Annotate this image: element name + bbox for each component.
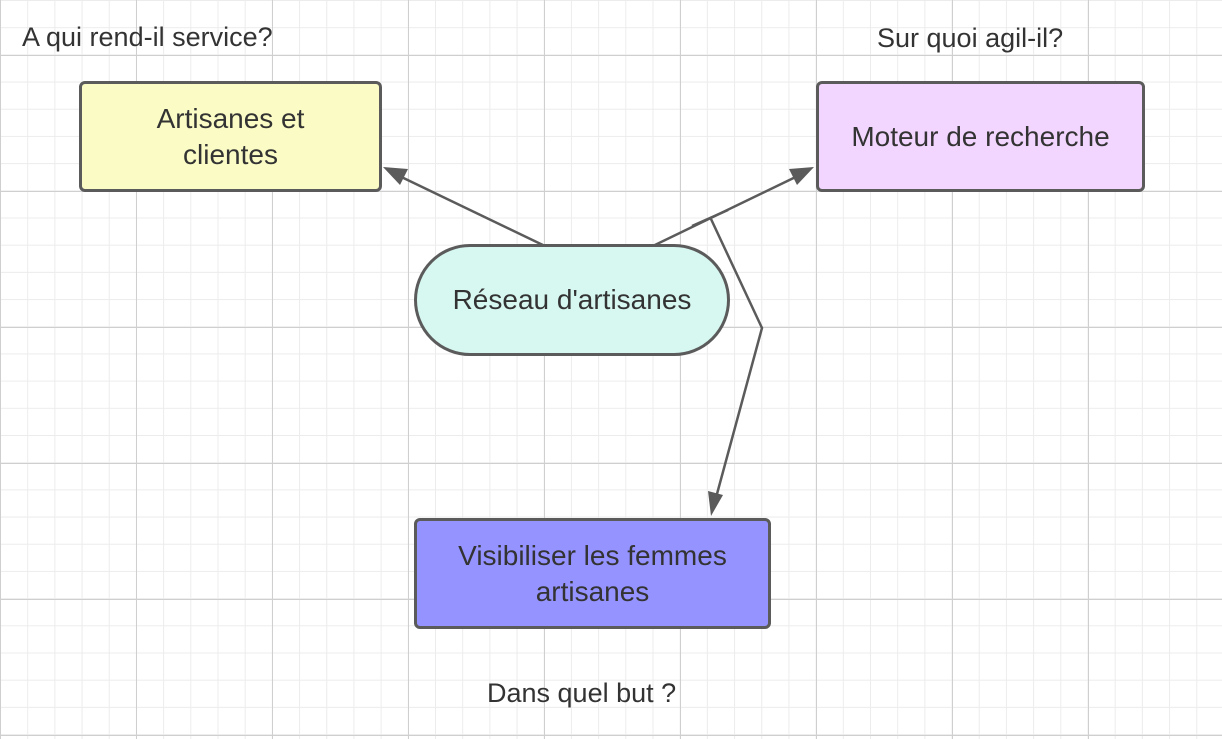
arrowhead-left — [383, 167, 408, 185]
node-reseau-artisanes[interactable]: Réseau d'artisanes — [414, 244, 730, 356]
node-reseau-artisanes-label: Réseau d'artisanes — [452, 284, 692, 315]
node-artisanes-clientes[interactable]: Artisanes et clientes — [79, 81, 382, 192]
question-purpose: Dans quel but ? — [487, 678, 677, 708]
diagram-canvas: A qui rend-il service? Sur quoi agil-il?… — [0, 0, 1222, 739]
node-artisanes-clientes-label: Artisanes et clientes — [156, 102, 305, 170]
node-visibiliser-label: Visibiliser les femmes artisanes — [458, 539, 727, 607]
node-visibiliser[interactable]: Visibiliser les femmes artisanes — [414, 518, 771, 629]
arrowhead-right — [789, 167, 814, 185]
arrowhead-bottom — [708, 491, 723, 516]
question-on-what: Sur quoi agil-il? — [877, 23, 1064, 53]
question-who: A qui rend-il service? — [22, 22, 273, 52]
node-moteur-recherche[interactable]: Moteur de recherche — [816, 81, 1145, 192]
node-moteur-recherche-label: Moteur de recherche — [851, 120, 1110, 152]
